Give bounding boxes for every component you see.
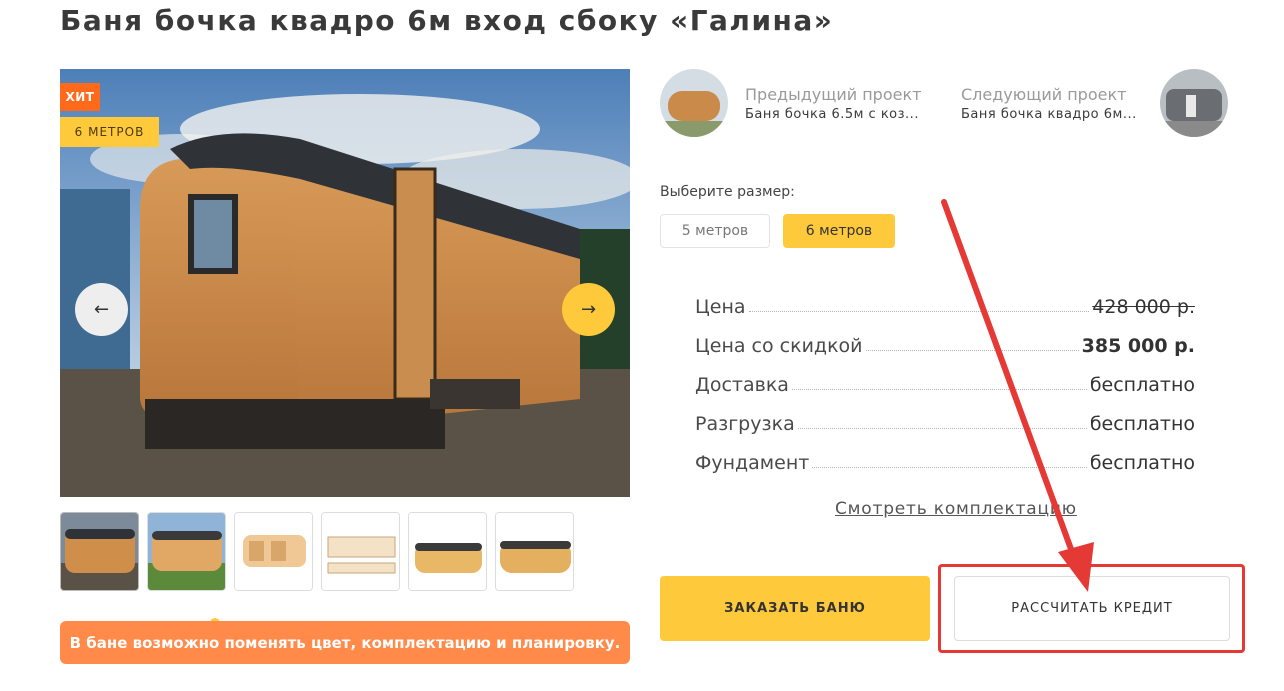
discount-price-value: 385 000 р.: [1081, 335, 1195, 357]
thumbnail-5[interactable]: [408, 512, 487, 591]
foundation-row: Фундамент бесплатно: [695, 446, 1195, 474]
arrow-left-icon: ←: [93, 299, 110, 320]
leader-dots: [791, 389, 1087, 390]
gallery-next-button[interactable]: →: [562, 283, 615, 336]
next-project-label[interactable]: Следующий проект: [961, 85, 1126, 104]
thumbnail-2[interactable]: [147, 512, 226, 591]
thumbnail-4[interactable]: [321, 512, 400, 591]
page-title: Баня бочка квадро 6м вход сбоку «Галина»: [60, 4, 834, 37]
price-row: Цена 428 000 р.: [695, 290, 1195, 318]
size-option-5m[interactable]: 5 метров: [660, 214, 770, 248]
size-option-6m[interactable]: 6 метров: [783, 214, 895, 248]
thumbnail-6[interactable]: [495, 512, 574, 591]
discount-price-row: Цена со скидкой 385 000 р.: [695, 329, 1195, 357]
next-project-name[interactable]: Баня бочка квадро 6м...: [961, 107, 1137, 122]
size-badge: 6 МЕТРОВ: [60, 117, 159, 147]
arrow-right-icon: →: [580, 299, 597, 320]
leader-dots: [865, 350, 1079, 351]
view-equipment-link[interactable]: Смотреть комплектацию: [835, 499, 1077, 519]
unloading-label: Разгрузка: [695, 413, 795, 435]
prev-project-image[interactable]: [660, 69, 728, 137]
next-project-image[interactable]: [1160, 69, 1228, 137]
delivery-label: Доставка: [695, 374, 789, 396]
foundation-label: Фундамент: [695, 452, 810, 474]
delivery-value: бесплатно: [1089, 374, 1195, 396]
thumbnail-strip: [60, 512, 574, 591]
customization-notice: В бане возможно поменять цвет, комплекта…: [60, 621, 630, 664]
price-value: 428 000 р.: [1092, 296, 1195, 318]
gallery-prev-button[interactable]: ←: [75, 283, 128, 336]
prev-project-label[interactable]: Предыдущий проект: [745, 85, 921, 104]
size-selector-label: Выберите размер:: [660, 184, 795, 200]
order-bath-button[interactable]: ЗАКАЗАТЬ БАНЮ: [660, 576, 930, 641]
thumbnail-3[interactable]: [234, 512, 313, 591]
thumbnail-1[interactable]: [60, 512, 139, 591]
leader-dots: [812, 467, 1087, 468]
leader-dots: [797, 428, 1087, 429]
delivery-row: Доставка бесплатно: [695, 368, 1195, 396]
prev-project-name[interactable]: Баня бочка 6.5м с коз...: [745, 107, 919, 122]
foundation-value: бесплатно: [1089, 452, 1195, 474]
unloading-row: Разгрузка бесплатно: [695, 407, 1195, 435]
annotation-highlight-box: [938, 564, 1245, 653]
price-label: Цена: [695, 296, 746, 318]
leader-dots: [748, 311, 1090, 312]
discount-price-label: Цена со скидкой: [695, 335, 863, 357]
hit-badge: ХИТ: [60, 83, 100, 111]
unloading-value: бесплатно: [1089, 413, 1195, 435]
